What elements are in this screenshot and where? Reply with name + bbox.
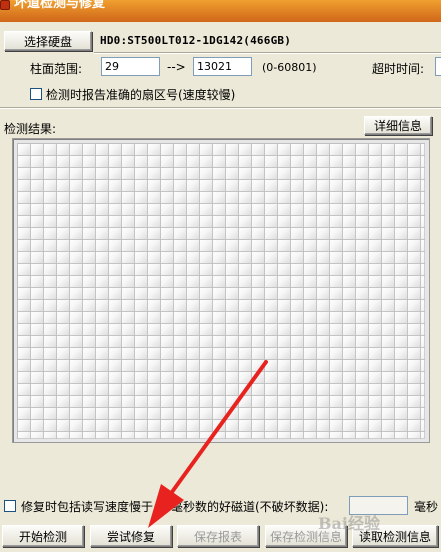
save-report-button[interactable]: 保存报表 — [177, 525, 259, 547]
start-scan-button[interactable]: 开始检测 — [2, 525, 84, 547]
cylinder-range-label: 柱面范围: — [30, 62, 83, 76]
try-repair-button[interactable]: 尝试修复 — [90, 525, 172, 547]
cylinder-limit-text: (0-60801) — [262, 61, 317, 74]
timeout-label: 超时时间: — [372, 62, 425, 76]
results-grid — [12, 138, 430, 443]
repair-slow-label: 修复时包括读写速度慢于 — [21, 500, 154, 514]
results-label: 检测结果: — [4, 122, 57, 136]
disk-divider — [94, 52, 441, 54]
details-button[interactable]: 详细信息 — [364, 116, 432, 135]
select-disk-button[interactable]: 选择硬盘 — [4, 31, 92, 51]
accurate-sector-label: 检测时报告准确的扇区号(速度较慢) — [46, 88, 236, 102]
repair-slow-checkbox[interactable] — [4, 500, 16, 512]
watermark-text: Bai经验 — [318, 514, 380, 533]
cylinder-start-input[interactable]: 29 — [101, 57, 160, 76]
section-divider — [0, 107, 441, 109]
range-arrow-text: --> — [167, 60, 186, 74]
timeout-input[interactable] — [435, 57, 441, 76]
accurate-sector-checkbox[interactable] — [30, 88, 42, 100]
title-bar: 坏道检测与修复 — [0, 0, 441, 22]
repair-slow-suffix: 毫秒数的好磁道(不破坏数据): — [171, 500, 329, 514]
app-icon — [0, 0, 10, 10]
window-title: 坏道检测与修复 — [14, 0, 106, 11]
disk-name: HD0:ST500LT012-1DG142(466GB) — [100, 34, 292, 47]
cylinder-end-input[interactable]: 13021 — [193, 57, 252, 76]
results-grid-cells — [17, 143, 425, 439]
ms-unit-label: 毫秒 — [414, 500, 439, 514]
